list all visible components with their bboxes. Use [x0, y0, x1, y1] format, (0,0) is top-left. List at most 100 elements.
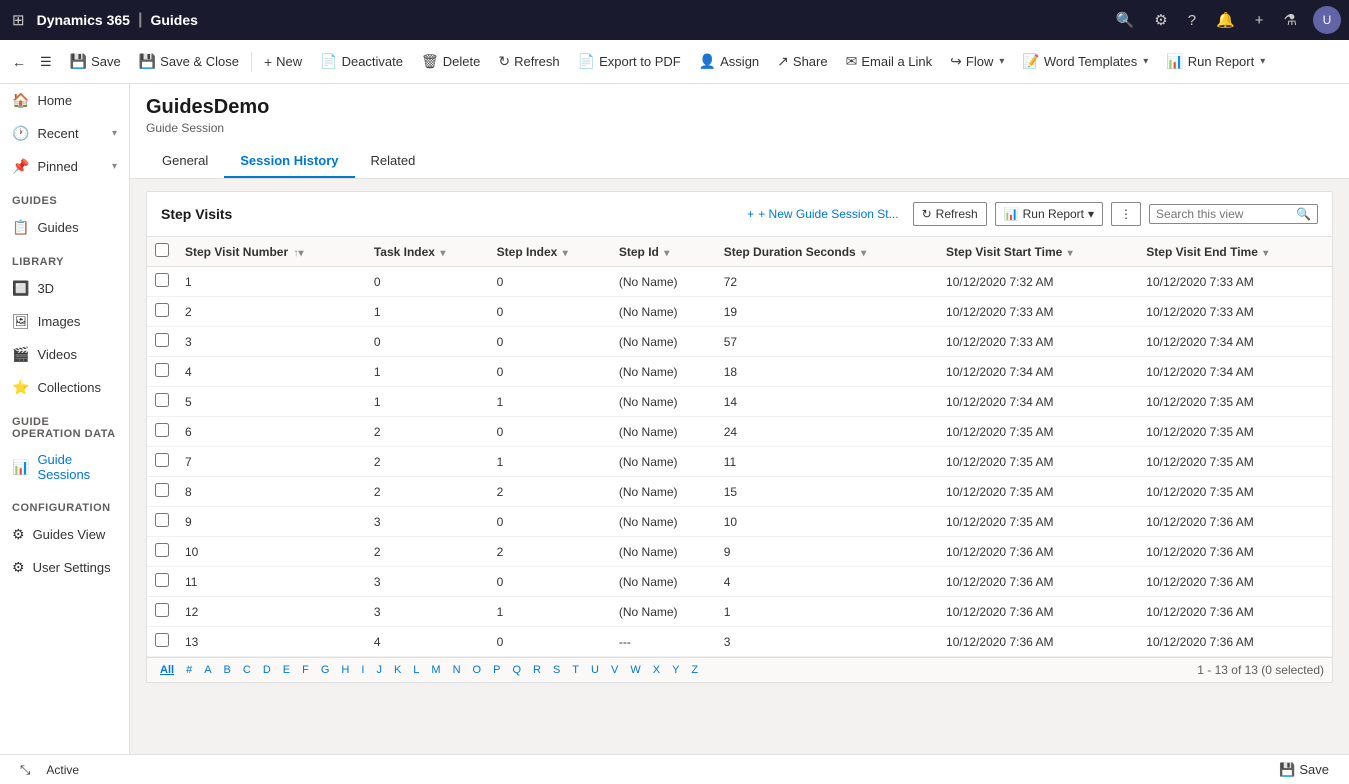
tab-related[interactable]: Related	[355, 145, 432, 178]
page-letter[interactable]: All	[155, 662, 179, 678]
cell-step-id[interactable]: ---	[611, 627, 716, 657]
row-checkbox[interactable]	[155, 603, 169, 617]
page-letter[interactable]: C	[238, 662, 256, 678]
run-report-button[interactable]: 📊 Run Report ▾	[1158, 49, 1273, 74]
search-nav-icon[interactable]: 🔍	[1112, 7, 1139, 33]
sidebar-item-pinned[interactable]: 📌 Pinned ▾	[0, 150, 129, 183]
col-step-visit-number[interactable]: Step Visit Number ↑▾	[177, 237, 366, 267]
help-nav-icon[interactable]: ?	[1184, 8, 1200, 33]
assign-button[interactable]: 👤 Assign	[691, 49, 767, 74]
section-refresh-button[interactable]: ↻ Refresh	[913, 202, 987, 226]
sidebar-item-images[interactable]: 🖼 Images	[0, 305, 129, 338]
new-guide-session-button[interactable]: + + New Guide Session St...	[741, 203, 904, 225]
page-letter[interactable]: F	[297, 662, 314, 678]
page-letter[interactable]: X	[648, 662, 665, 678]
export-pdf-button[interactable]: 📄 Export to PDF	[570, 49, 689, 74]
flow-button[interactable]: ↪ Flow ▾	[942, 49, 1012, 74]
select-all-checkbox[interactable]	[155, 243, 169, 257]
cell-step-id[interactable]: (No Name)	[611, 357, 716, 387]
apps-menu-icon[interactable]: ⊞	[8, 7, 29, 33]
tab-general[interactable]: General	[146, 145, 224, 178]
notifications-nav-icon[interactable]: 🔔	[1212, 7, 1239, 33]
page-letter[interactable]: E	[278, 662, 295, 678]
row-checkbox[interactable]	[155, 393, 169, 407]
page-letter[interactable]: Z	[686, 662, 703, 678]
save-button[interactable]: 💾 Save	[62, 49, 129, 74]
word-templates-button[interactable]: 📝 Word Templates ▾	[1014, 49, 1156, 74]
col-step-duration[interactable]: Step Duration Seconds ▾	[716, 237, 938, 267]
page-letter[interactable]: V	[606, 662, 623, 678]
page-letter[interactable]: L	[408, 662, 424, 678]
row-checkbox[interactable]	[155, 573, 169, 587]
refresh-button[interactable]: ↻ Refresh	[490, 49, 567, 74]
page-letter[interactable]: Y	[667, 662, 684, 678]
row-checkbox[interactable]	[155, 333, 169, 347]
col-end-time[interactable]: Step Visit End Time ▾	[1138, 237, 1332, 267]
page-letter[interactable]: M	[426, 662, 445, 678]
page-letter[interactable]: K	[389, 662, 406, 678]
avatar[interactable]: U	[1313, 6, 1341, 34]
col-step-index[interactable]: Step Index ▾	[489, 237, 611, 267]
page-letter[interactable]: G	[316, 662, 335, 678]
sidebar-toggle-button[interactable]: ☰	[32, 50, 60, 74]
page-letter[interactable]: B	[219, 662, 236, 678]
page-letter[interactable]: N	[448, 662, 466, 678]
row-checkbox[interactable]	[155, 453, 169, 467]
sidebar-item-user-settings[interactable]: ⚙ User Settings	[0, 551, 129, 584]
page-letter[interactable]: U	[586, 662, 604, 678]
deactivate-button[interactable]: 📄 Deactivate	[312, 49, 411, 74]
cell-step-id[interactable]: (No Name)	[611, 417, 716, 447]
delete-button[interactable]: 🗑 Delete	[413, 49, 488, 74]
cell-step-id[interactable]: (No Name)	[611, 327, 716, 357]
row-checkbox[interactable]	[155, 513, 169, 527]
page-letter[interactable]: H	[336, 662, 354, 678]
sidebar-item-recent[interactable]: 🕐 Recent ▾	[0, 117, 129, 150]
page-letter[interactable]: D	[258, 662, 276, 678]
col-step-id[interactable]: Step Id ▾	[611, 237, 716, 267]
cell-step-id[interactable]: (No Name)	[611, 537, 716, 567]
tab-session-history[interactable]: Session History	[224, 145, 354, 178]
sidebar-item-guide-sessions[interactable]: 📊 Guide Sessions	[0, 444, 129, 490]
sidebar-item-guides[interactable]: 📋 Guides	[0, 211, 129, 244]
cell-step-id[interactable]: (No Name)	[611, 477, 716, 507]
row-checkbox[interactable]	[155, 363, 169, 377]
settings-nav-icon[interactable]: ⚙	[1150, 7, 1171, 33]
back-button[interactable]: ←	[8, 50, 30, 74]
page-letter[interactable]: W	[625, 662, 645, 678]
page-letter[interactable]: S	[548, 662, 565, 678]
sidebar-item-collections[interactable]: ⭐ Collections	[0, 371, 129, 404]
status-save-button[interactable]: 💾 Save	[1271, 758, 1337, 782]
sidebar-item-home[interactable]: 🏠 Home	[0, 84, 129, 117]
email-link-button[interactable]: ✉ Email a Link	[838, 49, 941, 74]
row-checkbox[interactable]	[155, 543, 169, 557]
page-letter[interactable]: O	[468, 662, 487, 678]
page-letter[interactable]: Q	[507, 662, 526, 678]
row-checkbox[interactable]	[155, 273, 169, 287]
sidebar-item-guides-view[interactable]: ⚙ Guides View	[0, 518, 129, 551]
search-input[interactable]	[1156, 207, 1296, 221]
cell-step-id[interactable]: (No Name)	[611, 507, 716, 537]
row-checkbox[interactable]	[155, 483, 169, 497]
page-letter[interactable]: T	[567, 662, 584, 678]
cell-step-id[interactable]: (No Name)	[611, 597, 716, 627]
col-start-time[interactable]: Step Visit Start Time ▾	[938, 237, 1138, 267]
sidebar-item-videos[interactable]: 🎬 Videos	[0, 338, 129, 371]
page-letter[interactable]: A	[199, 662, 216, 678]
sidebar-item-3d[interactable]: 🔲 3D	[0, 272, 129, 305]
save-close-button[interactable]: 💾 Save & Close	[131, 49, 247, 74]
page-letter[interactable]: I	[356, 662, 369, 678]
page-letter[interactable]: R	[528, 662, 546, 678]
page-letter[interactable]: #	[181, 662, 197, 678]
share-button[interactable]: ↗ Share	[769, 49, 835, 74]
section-more-options-button[interactable]: ⋮	[1111, 202, 1141, 226]
cell-step-id[interactable]: (No Name)	[611, 447, 716, 477]
cell-step-id[interactable]: (No Name)	[611, 297, 716, 327]
cell-step-id[interactable]: (No Name)	[611, 567, 716, 597]
expand-button[interactable]: ⤡	[12, 758, 38, 782]
section-run-report-button[interactable]: 📊 Run Report ▾	[995, 202, 1103, 226]
cell-step-id[interactable]: (No Name)	[611, 387, 716, 417]
cell-step-id[interactable]: (No Name)	[611, 267, 716, 297]
new-button[interactable]: + New	[256, 50, 310, 74]
add-nav-icon[interactable]: +	[1251, 8, 1268, 33]
page-letter[interactable]: P	[488, 662, 505, 678]
